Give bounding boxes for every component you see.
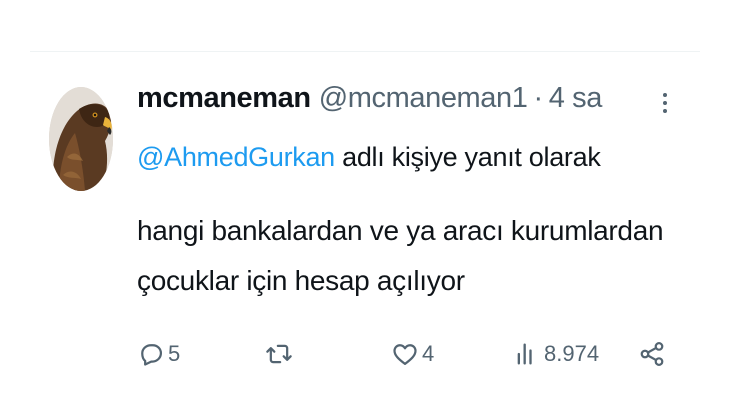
share-button[interactable] [638,336,666,372]
user-handle[interactable]: @mcmaneman1 [319,82,528,115]
replying-to: @AhmedGurkan adlı kişiye yanıt olarak [137,142,601,178]
like-count: 4 [422,341,435,366]
reply-bubble-icon [141,344,163,366]
heart-icon [393,344,417,366]
timestamp[interactable]: 4 sa [549,82,603,115]
reply-button[interactable]: 5 [137,336,180,372]
avatar[interactable] [49,87,113,191]
retweet-button[interactable] [265,336,296,372]
retweet-icon [266,344,292,364]
bar-chart-icon [517,343,532,365]
share-nodes-icon [640,342,664,366]
eagle-avatar-image [49,87,113,191]
top-divider [30,51,700,52]
tweet-text-line: hangi bankalardan ve ya aracı kurumlarda… [137,215,664,246]
display-name[interactable]: mcmaneman [137,82,311,115]
reply-count: 5 [168,341,181,366]
reply-label: adlı kişiye yanıt olarak [334,142,601,172]
separator-dot: · [533,81,543,114]
more-options-icon[interactable] [650,84,680,122]
views-count: 8.974 [544,341,600,366]
reply-mention-link[interactable]: @AhmedGurkan [137,142,335,172]
tweet-text-line: çocuklar için hesap açılıyor [137,265,465,296]
views-button[interactable]: 8.974 [513,336,599,372]
tweet-header: mcmaneman @mcmaneman1 · 4 sa [137,80,657,116]
tweet-text: hangi bankalardan ve ya aracı kurumlarda… [137,206,677,306]
like-button[interactable]: 4 [391,336,434,372]
